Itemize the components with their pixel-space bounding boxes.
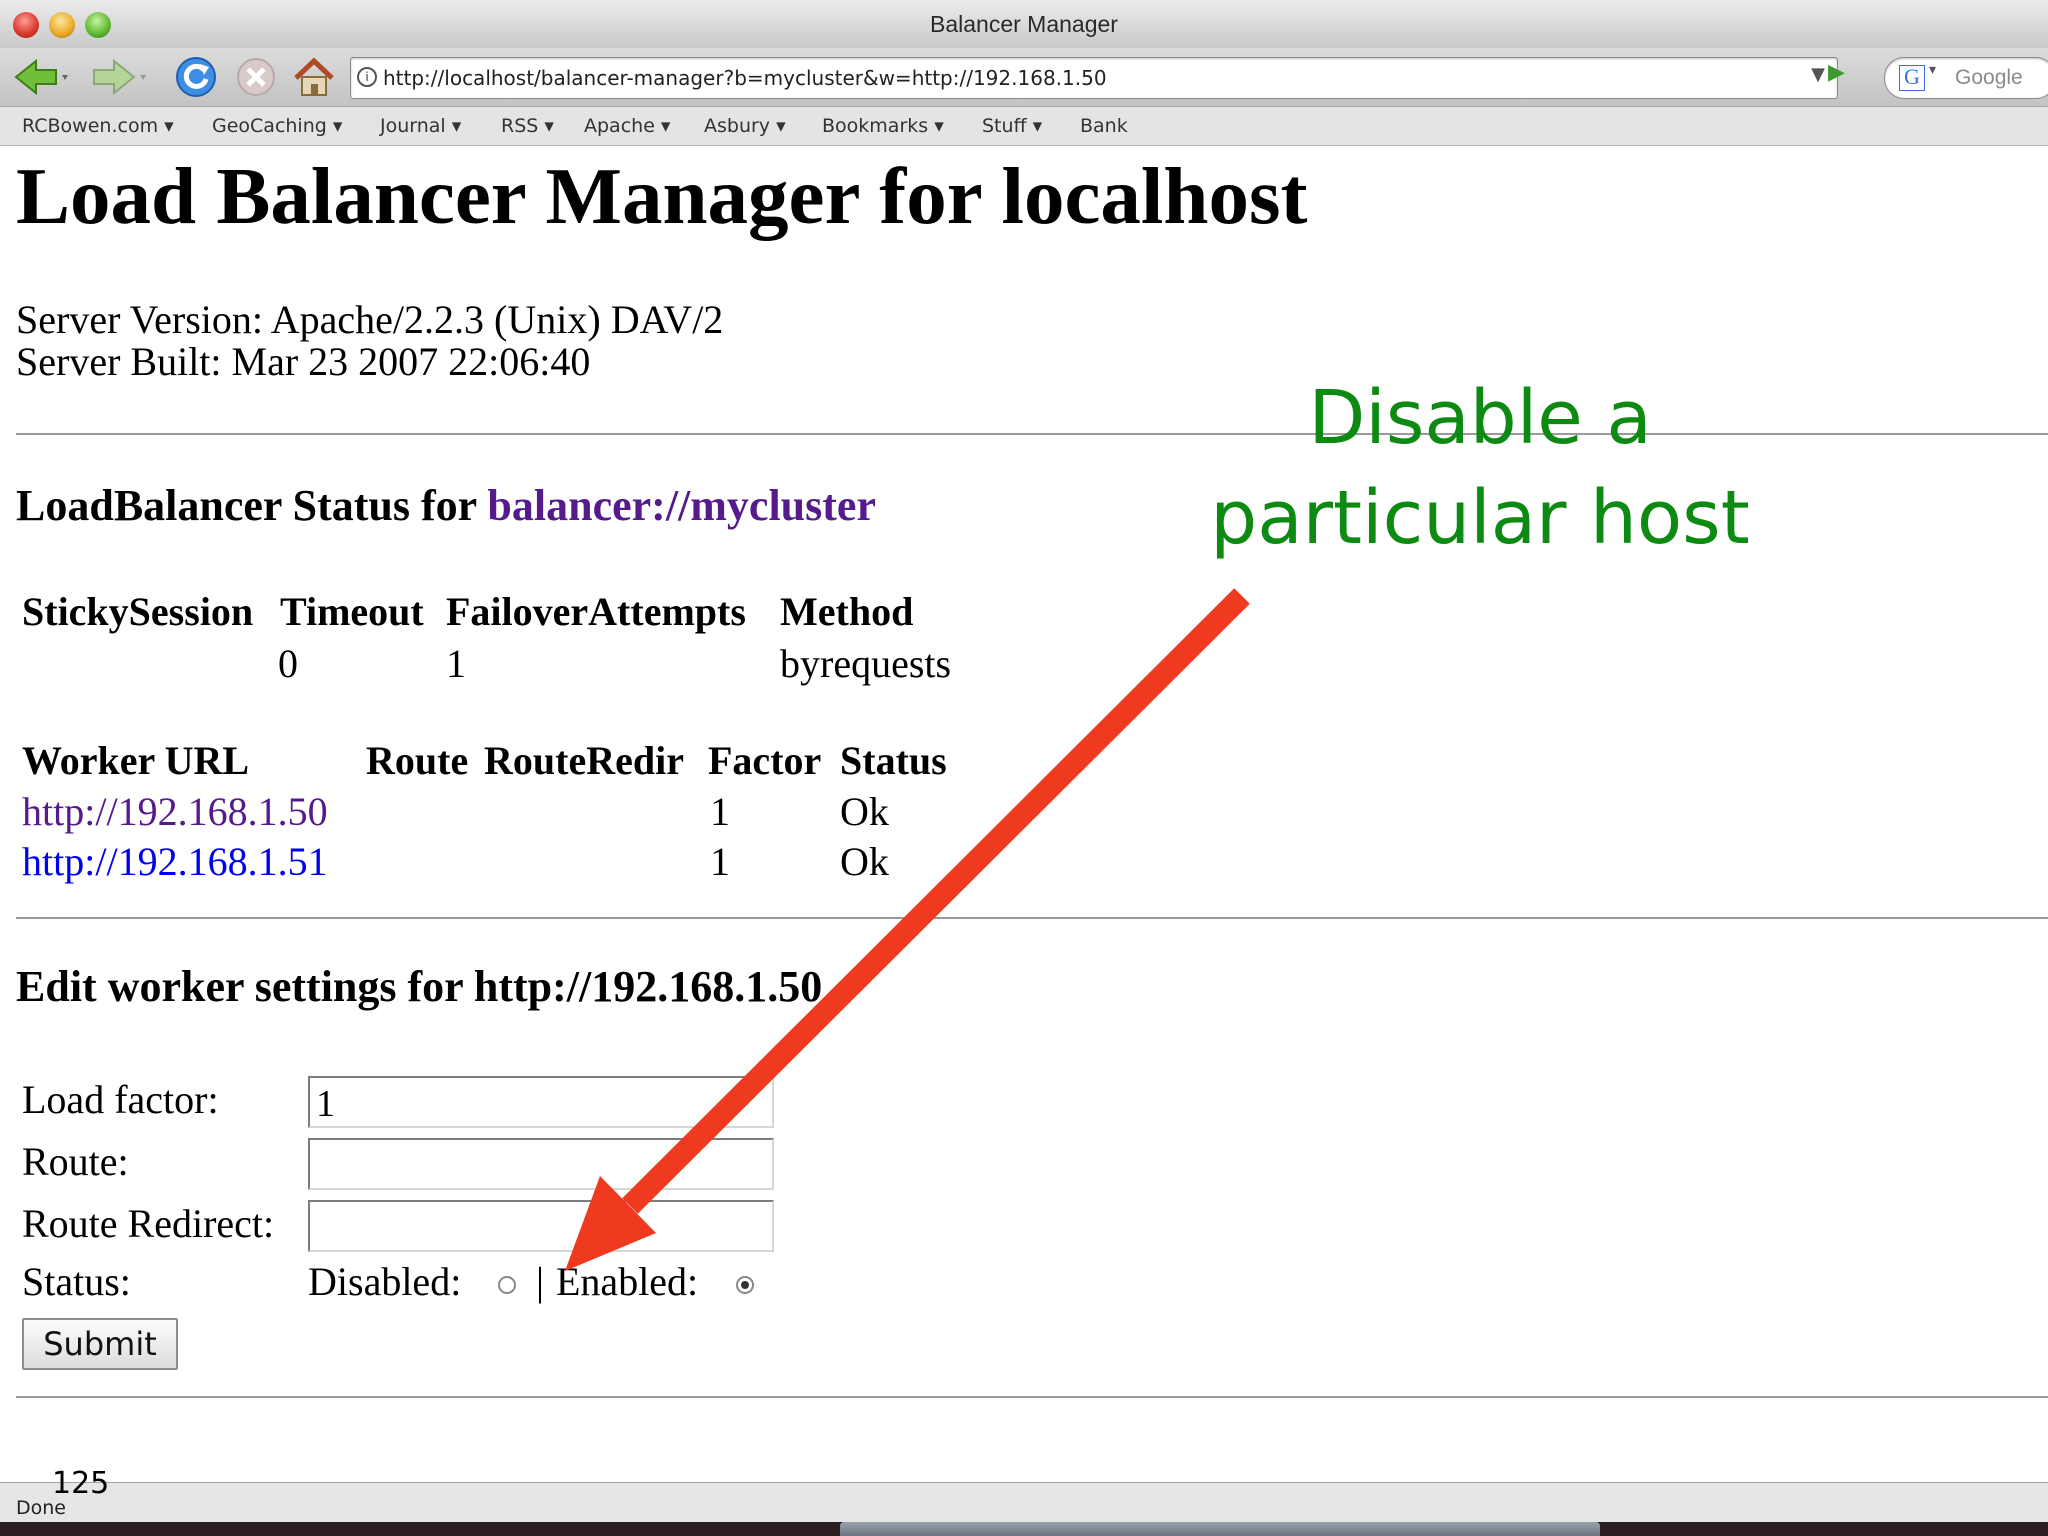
dock[interactable] (840, 1522, 1600, 1536)
search-placeholder: Google (1955, 66, 2023, 89)
forward-icon (93, 58, 146, 96)
back-button[interactable] (10, 54, 72, 100)
reload-icon (176, 57, 216, 97)
engine-dropdown-icon[interactable]: ▾ (1929, 62, 1936, 78)
reload-button[interactable] (172, 54, 220, 100)
stop-button[interactable] (232, 54, 280, 100)
page-content: Load Balancer Manager for localhost Serv… (0, 146, 2048, 1482)
bookmark-rss[interactable]: RSS ▾ (501, 107, 554, 145)
window-title: Balancer Manager (930, 11, 1118, 37)
annotation-arrow (565, 588, 1250, 1271)
bookmark-journal[interactable]: Journal ▾ (380, 107, 461, 145)
stop-icon (237, 58, 275, 96)
url-text: http://localhost/balancer-manager?b=mycl… (383, 66, 1107, 90)
bookmark-bookmarks[interactable]: Bookmarks ▾ (822, 107, 944, 145)
go-icon[interactable]: ▶ (1828, 60, 1845, 85)
arrow-shaft (622, 588, 1250, 1214)
google-engine-icon[interactable]: G (1899, 65, 1925, 91)
slide-number: 125 (52, 1466, 110, 1501)
navigation-toolbar: i http://localhost/balancer-manager?b=my… (0, 48, 2048, 107)
forward-button[interactable] (90, 54, 152, 100)
url-history-dropdown-icon[interactable]: ▼ (1811, 64, 1825, 85)
bookmark-asbury[interactable]: Asbury ▾ (704, 107, 786, 145)
bookmark-apache[interactable]: Apache ▾ (584, 107, 670, 145)
bookmarks-toolbar: RCBowen.com ▾ GeoCaching ▾ Journal ▾ RSS… (0, 107, 2048, 146)
bookmark-stuff[interactable]: Stuff ▾ (982, 107, 1042, 145)
back-icon (14, 58, 68, 96)
bookmark-geocaching[interactable]: GeoCaching ▾ (212, 107, 342, 145)
bookmark-bank[interactable]: Bank (1080, 107, 1128, 145)
site-info-icon[interactable]: i (357, 67, 377, 87)
home-button[interactable] (290, 54, 338, 100)
address-bar[interactable]: i http://localhost/balancer-manager?b=my… (350, 57, 1838, 99)
home-icon (294, 57, 334, 96)
bookmark-rcbowen[interactable]: RCBowen.com ▾ (22, 107, 174, 145)
title-bar: Balancer Manager (0, 0, 2048, 49)
browser-window: Balancer Manager i http://localhost/bala… (0, 0, 2048, 1522)
search-box[interactable]: G ▾ Google (1884, 57, 2048, 99)
status-bar: Done (0, 1482, 2048, 1522)
